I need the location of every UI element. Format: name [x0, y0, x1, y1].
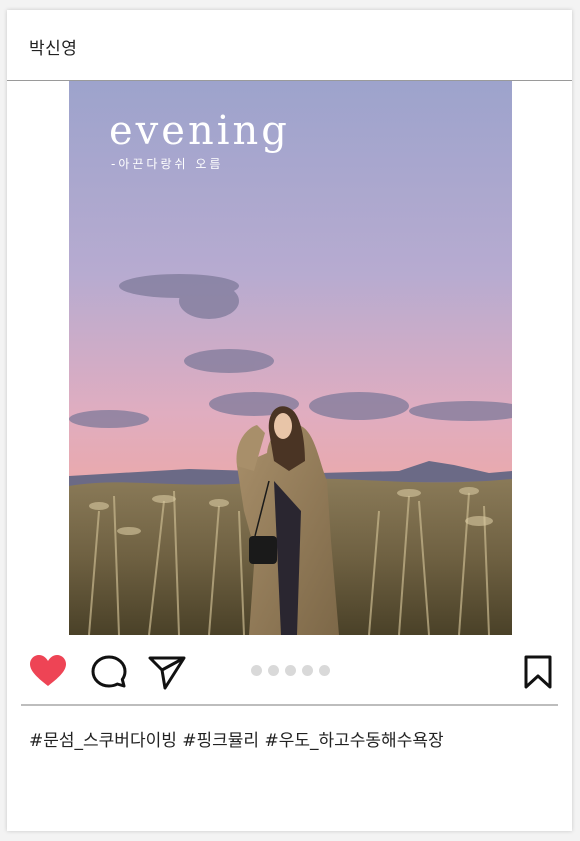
carousel-dot: [319, 665, 330, 676]
post-photo[interactable]: evening -아끈다랑쉬 오름: [69, 81, 512, 635]
carousel-dot: [268, 665, 279, 676]
post-actions-bar: [7, 640, 572, 704]
carousel-indicator: [251, 665, 330, 676]
paper-plane-icon[interactable]: [148, 654, 186, 694]
carousel-dot: [285, 665, 296, 676]
bookmark-icon[interactable]: [523, 654, 553, 694]
photo-overlay-title: evening: [109, 108, 290, 154]
carousel-dot: [302, 665, 313, 676]
comment-bubble-icon[interactable]: [90, 654, 128, 694]
photo-overlay-subtitle: -아끈다랑쉬 오름: [111, 157, 224, 171]
heart-filled-icon[interactable]: [29, 654, 67, 692]
carousel-dot: [251, 665, 262, 676]
post-header: 박신영: [7, 10, 572, 81]
actions-divider: [21, 704, 558, 706]
post-card: 박신영 evening -아끈다랑쉬 오름 #문섬_스쿠버다이빙 #핑크뮬리 #…: [7, 10, 572, 831]
post-caption-hashtags: #문섬_스쿠버다이빙 #핑크뮬리 #우도_하고수동해수욕장: [29, 731, 444, 751]
username[interactable]: 박신영: [29, 34, 77, 59]
